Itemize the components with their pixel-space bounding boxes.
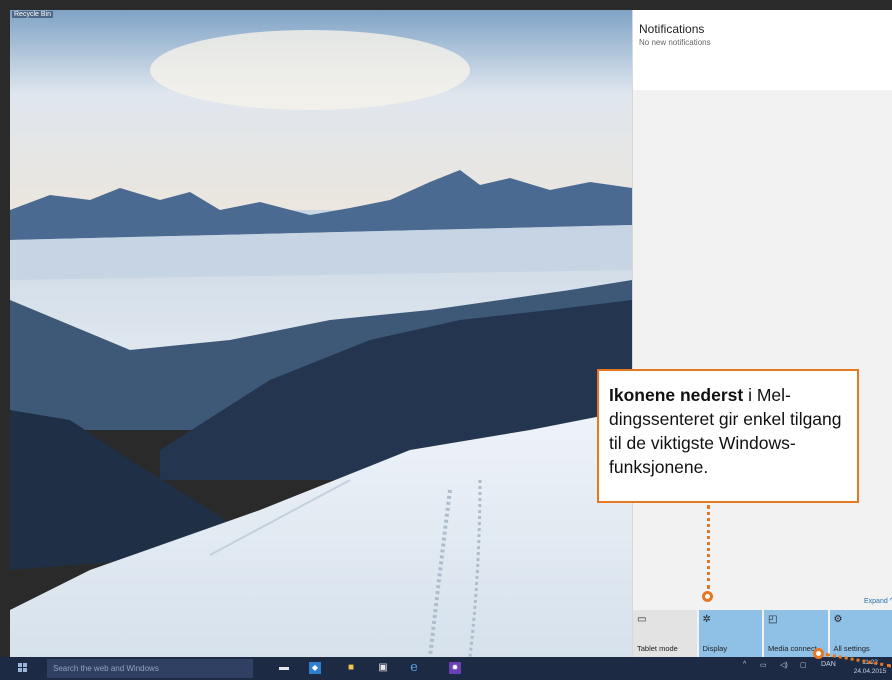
recycle-bin-label[interactable]: Recycle Bin bbox=[12, 11, 53, 18]
expand-label: Expand bbox=[864, 598, 888, 605]
callout-marker-display bbox=[702, 591, 713, 602]
callout-bold-text: Ikonene nederst bbox=[609, 385, 744, 405]
tile-label: All settings bbox=[833, 644, 870, 653]
settings-app-icon[interactable]: ✹ bbox=[449, 662, 461, 674]
mountain-landscape bbox=[10, 10, 632, 657]
callout-pointer-line bbox=[707, 505, 710, 589]
edge-browser-icon[interactable]: e bbox=[408, 661, 420, 674]
annotation-callout: Ikonene nederst i Mel-dingssenteret gir … bbox=[597, 369, 859, 503]
network-icon[interactable]: ▭ bbox=[760, 661, 767, 669]
notifications-status: No new notifications bbox=[639, 38, 711, 47]
gear-icon: ⚙ bbox=[833, 614, 843, 625]
brightness-icon: ✲ bbox=[702, 614, 711, 625]
tile-label: Tablet mode bbox=[637, 644, 678, 653]
tile-tablet-mode[interactable]: ▭ Tablet mode bbox=[633, 610, 697, 657]
taskbar: Search the web and Windows ▬ ◆ ■ ▣ e ✹ ^… bbox=[0, 657, 892, 680]
tile-label: Media connect bbox=[768, 644, 817, 653]
quick-action-tiles: ▭ Tablet mode ✲ Display ◰ Media connect … bbox=[633, 610, 892, 657]
tile-label: Display bbox=[702, 644, 728, 653]
notifications-title: Notifications bbox=[639, 22, 705, 36]
tray-chevron-icon[interactable]: ^ bbox=[743, 661, 746, 668]
task-view-icon[interactable]: ▬ bbox=[278, 662, 290, 674]
language-indicator[interactable]: DAN bbox=[821, 661, 836, 668]
action-center-tray-icon[interactable]: ▢ bbox=[800, 661, 807, 669]
file-explorer-icon[interactable]: ■ bbox=[345, 662, 357, 674]
store-icon[interactable]: ◆ bbox=[309, 662, 321, 674]
desktop-wallpaper: Recycle Bin bbox=[10, 10, 632, 657]
store-bag-icon[interactable]: ▣ bbox=[377, 662, 389, 674]
tablet-icon: ▭ bbox=[637, 614, 647, 625]
notifications-header: Notifications No new notifications bbox=[633, 10, 892, 90]
callout-marker-media bbox=[813, 648, 824, 659]
taskbar-search-input[interactable]: Search the web and Windows bbox=[47, 659, 253, 678]
volume-icon[interactable]: ◁) bbox=[780, 661, 788, 669]
action-center-panel: Notifications No new notifications Expan… bbox=[632, 10, 892, 657]
connect-icon: ◰ bbox=[768, 614, 778, 625]
screen: Recycle Bin Notifications No new notific… bbox=[10, 10, 892, 657]
clock-date: 24.04.2015 bbox=[853, 668, 887, 675]
expand-button[interactable]: Expand ^ bbox=[864, 598, 892, 605]
windows-start-icon[interactable] bbox=[18, 663, 28, 673]
tile-all-settings[interactable]: ⚙ All settings bbox=[829, 610, 892, 657]
tile-display[interactable]: ✲ Display bbox=[698, 610, 762, 657]
